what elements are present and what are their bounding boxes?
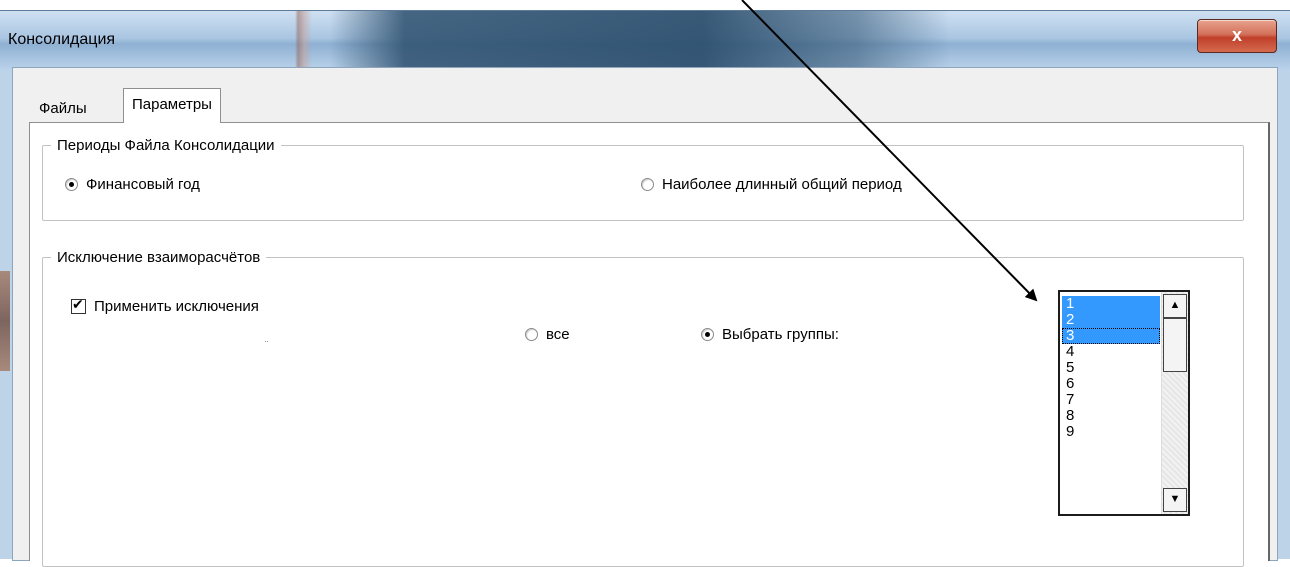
apply-eliminations-label: Применить исключения (94, 298, 259, 315)
scroll-thumb[interactable] (1163, 318, 1187, 372)
list-item[interactable]: 2 (1062, 312, 1160, 328)
list-item[interactable]: 1 (1062, 296, 1160, 312)
radio-select-groups-label: Выбрать группы: (722, 326, 839, 343)
window-frame-edge (0, 271, 10, 371)
checkbox-checked-icon[interactable] (71, 296, 86, 314)
window-title: Консолидация (8, 31, 116, 48)
close-button[interactable]: x (1197, 19, 1277, 53)
list-item[interactable]: 3 (1062, 328, 1160, 344)
list-item[interactable]: 5 (1062, 360, 1160, 376)
tab-files[interactable]: Файлы (31, 96, 95, 122)
tab-parameters[interactable]: Параметры (123, 88, 221, 123)
radio-financial-year-label: Финансовый год (86, 176, 200, 193)
scroll-down-icon[interactable]: ▼ (1163, 488, 1187, 512)
radio-icon-selected[interactable] (65, 178, 78, 191)
apply-eliminations-checkbox[interactable]: Применить исключения (71, 296, 259, 315)
list-item[interactable]: 9 (1062, 424, 1160, 440)
periods-group-legend: Периоды Файла Консолидации (57, 137, 275, 154)
label-artifact: ¨ (265, 340, 269, 351)
radio-icon[interactable] (525, 328, 538, 341)
radio-longest-common-period[interactable]: Наиболее длинный общий период (641, 176, 902, 193)
title-bar-shade (330, 11, 950, 71)
radio-all-label: все (546, 326, 570, 343)
groups-listbox[interactable]: 1 2 3 4 5 6 7 8 9 ▲ ▼ (1058, 290, 1190, 516)
radio-financial-year[interactable]: Финансовый год (65, 176, 200, 193)
radio-all[interactable]: все (525, 326, 570, 343)
list-item[interactable]: 8 (1062, 408, 1160, 424)
list-item[interactable]: 4 (1062, 344, 1160, 360)
list-item[interactable]: 6 (1062, 376, 1160, 392)
radio-icon-selected[interactable] (701, 328, 714, 341)
scroll-up-icon[interactable]: ▲ (1163, 294, 1187, 318)
radio-icon[interactable] (641, 178, 654, 191)
listbox-scrollbar[interactable]: ▲ ▼ (1161, 292, 1188, 514)
groups-list: 1 2 3 4 5 6 7 8 9 (1062, 296, 1160, 440)
list-item[interactable]: 7 (1062, 392, 1160, 408)
eliminations-group-legend: Исключение взаиморасчётов (57, 249, 261, 266)
periods-group: Периоды Файла Консолидации Финансовый го… (42, 137, 1244, 221)
title-bar[interactable]: Консолидация x (0, 11, 1290, 71)
radio-select-groups[interactable]: Выбрать группы: (701, 326, 839, 343)
radio-longest-common-period-label: Наиболее длинный общий период (662, 176, 902, 193)
